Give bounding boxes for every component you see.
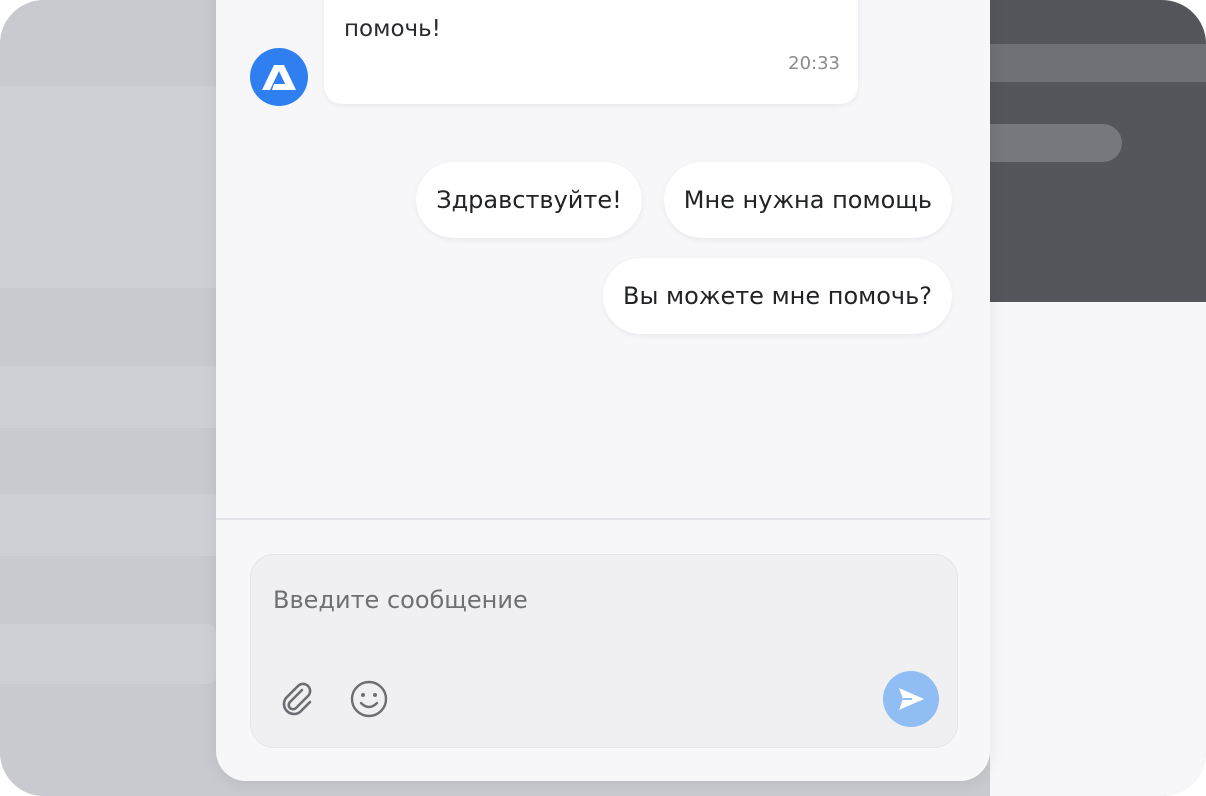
backdrop-strip [0, 494, 216, 556]
quick-reply-need-help[interactable]: Мне нужна помощь [663, 162, 952, 238]
chat-widget: помочь! 20:33 Здравствуйте! Мне нужна по… [216, 0, 990, 781]
quick-reply-hello[interactable]: Здравствуйте! [416, 162, 642, 238]
smiley-icon [350, 680, 388, 718]
attach-button[interactable] [275, 677, 319, 721]
brand-logo-icon [262, 65, 296, 90]
bot-avatar [250, 48, 308, 106]
message-input[interactable] [271, 579, 915, 621]
message-list: помочь! 20:33 Здравствуйте! Мне нужна по… [216, 0, 990, 518]
quick-replies-row-2: Вы можете мне помочь? [602, 258, 952, 334]
quick-replies-row-1: Здравствуйте! Мне нужна помощь [416, 162, 952, 238]
backdrop-strip [0, 366, 216, 428]
emoji-button[interactable] [347, 677, 391, 721]
message-timestamp: 20:33 [788, 53, 840, 74]
backdrop-right-light [990, 302, 1206, 796]
composer-divider [216, 518, 990, 520]
paperclip-icon [282, 682, 312, 716]
screen: помочь! 20:33 Здравствуйте! Мне нужна по… [0, 0, 1206, 796]
bot-message-text: помочь! [344, 16, 441, 42]
backdrop-bottom [0, 782, 616, 796]
backdrop-strip [0, 86, 216, 288]
bot-message-bubble: помочь! 20:33 [324, 0, 858, 104]
send-arrow-icon [899, 688, 924, 710]
backdrop-right-band [990, 44, 1206, 82]
backdrop-strip [0, 624, 216, 684]
quick-reply-can-you-help[interactable]: Вы можете мне помочь? [602, 258, 952, 334]
send-button[interactable] [883, 671, 939, 727]
message-composer [250, 554, 958, 748]
